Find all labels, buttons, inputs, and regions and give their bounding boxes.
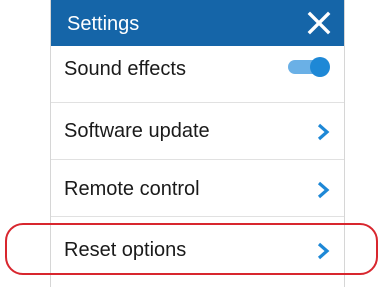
sound-effects-toggle[interactable]	[288, 57, 330, 77]
toggle-knob	[310, 57, 330, 77]
reset-options-label: Reset options	[64, 239, 187, 261]
settings-header: Settings	[51, 0, 344, 46]
settings-item-software-update[interactable]: Software update	[51, 103, 344, 160]
settings-panel: Settings Sound effects Software update R…	[50, 0, 345, 287]
chevron-right-icon	[317, 242, 330, 260]
settings-item-sound-effects: Sound effects	[51, 46, 344, 103]
page-title: Settings	[67, 13, 140, 35]
screen: Settings Sound effects Software update R…	[0, 0, 382, 287]
settings-item-remote-control[interactable]: Remote control	[51, 160, 344, 217]
remote-control-label: Remote control	[64, 178, 200, 200]
close-icon[interactable]	[306, 10, 332, 36]
software-update-label: Software update	[64, 120, 210, 142]
chevron-right-icon	[317, 181, 330, 199]
sound-effects-label: Sound effects	[64, 58, 186, 80]
chevron-right-icon	[317, 123, 330, 141]
settings-item-reset-options[interactable]: Reset options	[51, 217, 344, 274]
